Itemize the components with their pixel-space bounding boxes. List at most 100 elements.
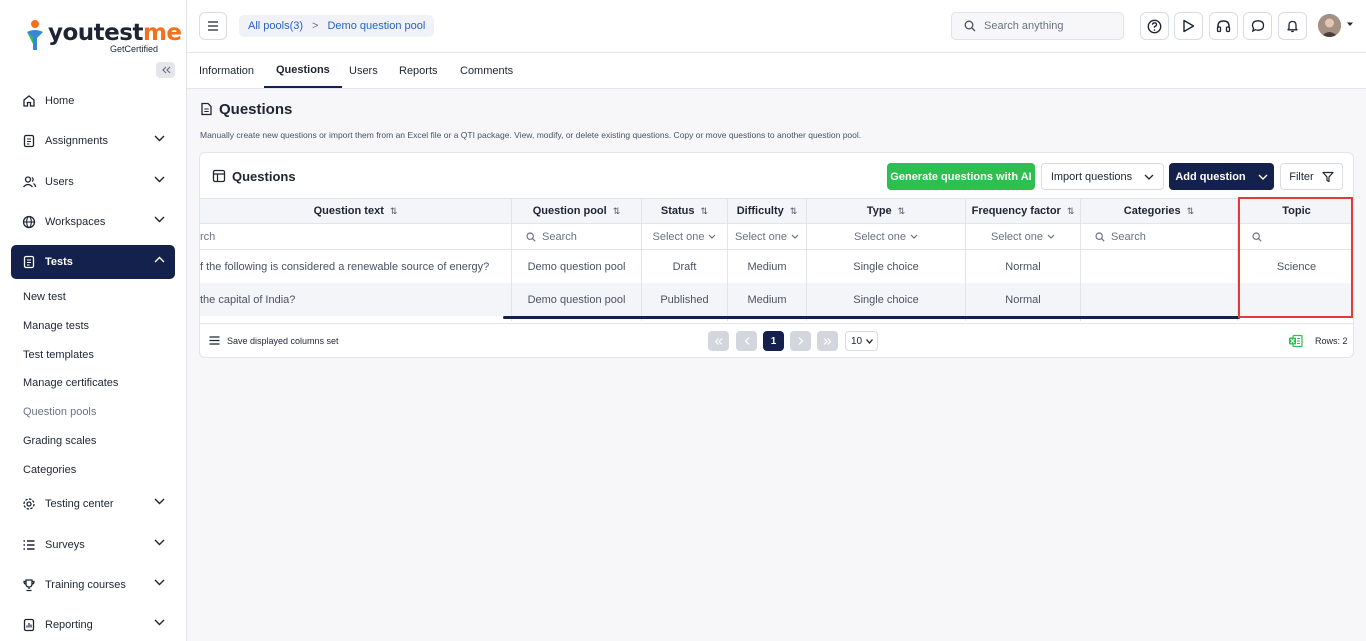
sidebar-item-testing-center[interactable]: Testing center <box>11 487 175 521</box>
sort-icon[interactable]: ⇅ <box>790 206 798 217</box>
globe-icon <box>22 215 36 229</box>
sidebar-subitem-test-templates[interactable]: Test templates <box>23 349 94 361</box>
sidebar-subitem-grading-scales[interactable]: Grading scales <box>23 435 96 447</box>
sort-icon[interactable]: ⇅ <box>701 206 709 217</box>
filter-button[interactable]: Filter <box>1280 163 1343 190</box>
sort-icon[interactable]: ⇅ <box>613 206 621 217</box>
sidebar-item-surveys[interactable]: Surveys <box>11 528 175 562</box>
help-button[interactable] <box>1140 12 1169 40</box>
sidebar-subitem-categories[interactable]: Categories <box>23 464 76 476</box>
table-cell[interactable]: Medium <box>728 250 806 283</box>
tab-questions[interactable]: Questions <box>264 53 342 88</box>
sort-icon[interactable]: ⇅ <box>1067 206 1075 217</box>
save-columns-button[interactable]: Save displayed columns set <box>227 336 339 346</box>
tab-reports[interactable]: Reports <box>399 53 438 88</box>
chevron-down-icon[interactable] <box>1346 22 1354 27</box>
table-cell[interactable]: Single choice <box>807 283 965 316</box>
filter-value: rch <box>200 230 216 243</box>
sidebar-subitem-manage-tests[interactable]: Manage tests <box>23 320 89 332</box>
logo[interactable]: youtestme GetCertified <box>24 16 182 56</box>
sidebar-item-workspaces[interactable]: Workspaces <box>11 205 175 239</box>
breadcrumb-all-pools[interactable]: All pools(3) <box>248 20 303 32</box>
sort-icon[interactable]: ⇅ <box>390 206 398 217</box>
table-cell[interactable]: f the following is considered a renewabl… <box>200 250 511 283</box>
prev-page-button[interactable] <box>736 331 757 351</box>
filter-difficulty-select[interactable]: Select one <box>728 224 806 250</box>
header-question-pool[interactable]: Question pool ⇅ <box>512 198 641 224</box>
table-icon <box>212 169 226 183</box>
chevron-down-icon <box>154 579 165 586</box>
help-icon <box>1147 19 1162 33</box>
column-question-text: Question text ⇅ rch f the following is co… <box>200 198 512 321</box>
sidebar-item-label: Testing center <box>45 498 114 510</box>
play-button[interactable] <box>1174 12 1203 40</box>
global-search-input[interactable]: Search anything <box>951 12 1124 40</box>
avatar-user-icon <box>1318 14 1341 37</box>
tab-comments[interactable]: Comments <box>460 53 513 88</box>
header-type[interactable]: Type ⇅ <box>807 198 965 224</box>
table-cell[interactable]: Published <box>642 283 727 316</box>
sidebar-subitem-question-pools[interactable]: Question pools <box>23 406 96 418</box>
header-difficulty[interactable]: Difficulty ⇅ <box>728 198 806 224</box>
sidebar-subitem-manage-certificates[interactable]: Manage certificates <box>23 377 118 389</box>
table-cell[interactable]: Normal <box>966 283 1080 316</box>
table-cell[interactable]: the capital of India? <box>200 283 511 316</box>
sort-icon[interactable]: ⇅ <box>898 206 906 217</box>
list-icon <box>23 540 35 550</box>
sidebar-item-reporting[interactable]: Reporting <box>11 608 175 641</box>
sidebar-item-home[interactable]: Home <box>11 84 175 118</box>
column-difficulty: Difficulty ⇅ Select one Medium Medium <box>728 198 807 321</box>
table-cell[interactable]: Demo question pool <box>512 250 641 283</box>
horizontal-scrollbar[interactable] <box>503 316 1240 319</box>
excel-export-icon[interactable] <box>1288 334 1303 348</box>
filter-status-select[interactable]: Select one <box>642 224 727 250</box>
table-cell[interactable] <box>1081 250 1237 283</box>
sidebar-item-training-courses[interactable]: Training courses <box>11 568 175 602</box>
generate-questions-ai-button[interactable]: Generate questions with AI <box>887 163 1035 190</box>
sidebar-item-assignments[interactable]: Assignments <box>11 124 175 158</box>
page-button-current[interactable]: 1 <box>763 331 784 351</box>
import-questions-button[interactable]: Import questions <box>1041 163 1164 190</box>
collapse-sidebar-button[interactable] <box>156 62 175 78</box>
headset-icon <box>1216 20 1231 33</box>
filter-type-select[interactable]: Select one <box>807 224 965 250</box>
filter-question-text-input[interactable]: rch <box>200 224 511 250</box>
questions-table: Question text ⇅ rch f the following is co… <box>200 198 1353 321</box>
filter-categories-input[interactable]: Search <box>1081 224 1237 250</box>
avatar[interactable] <box>1318 14 1341 37</box>
chat-button[interactable] <box>1243 12 1272 40</box>
notifications-button[interactable] <box>1278 12 1307 40</box>
add-question-button[interactable]: Add question <box>1169 163 1274 190</box>
filter-question-pool-input[interactable]: Search <box>512 224 641 250</box>
menu-lines-icon[interactable] <box>209 336 220 345</box>
chevron-up-icon <box>154 256 165 263</box>
double-chevron-right-icon <box>823 337 832 345</box>
filter-frequency-select[interactable]: Select one <box>966 224 1080 250</box>
breadcrumb-current[interactable]: Demo question pool <box>327 20 425 32</box>
table-cell[interactable]: Demo question pool <box>512 283 641 316</box>
page-size-select[interactable]: 10 <box>845 331 878 351</box>
next-page-button[interactable] <box>790 331 811 351</box>
header-frequency-factor[interactable]: Frequency factor ⇅ <box>966 198 1080 224</box>
sort-icon[interactable]: ⇅ <box>1187 206 1195 217</box>
sidebar-item-tests[interactable]: Tests <box>11 245 175 279</box>
table-cell[interactable]: Medium <box>728 283 806 316</box>
header-status[interactable]: Status ⇅ <box>642 198 727 224</box>
first-page-button[interactable] <box>708 331 729 351</box>
support-button[interactable] <box>1209 12 1238 40</box>
header-question-text[interactable]: Question text ⇅ <box>200 198 511 224</box>
header-categories[interactable]: Categories ⇅ <box>1081 198 1237 224</box>
tab-users[interactable]: Users <box>349 53 378 88</box>
sidebar-item-users[interactable]: Users <box>11 165 175 199</box>
table-cell[interactable]: Draft <box>642 250 727 283</box>
menu-button[interactable] <box>199 12 227 40</box>
tab-information[interactable]: Information <box>199 53 254 88</box>
table-cell[interactable] <box>1081 283 1237 316</box>
chevron-down-icon <box>1258 174 1268 180</box>
table-cell[interactable]: Normal <box>966 250 1080 283</box>
reporting-icon <box>23 618 35 632</box>
sidebar-subitem-new-test[interactable]: New test <box>23 291 66 303</box>
last-page-button[interactable] <box>817 331 838 351</box>
chevron-down-icon <box>154 619 165 626</box>
table-cell[interactable]: Single choice <box>807 250 965 283</box>
